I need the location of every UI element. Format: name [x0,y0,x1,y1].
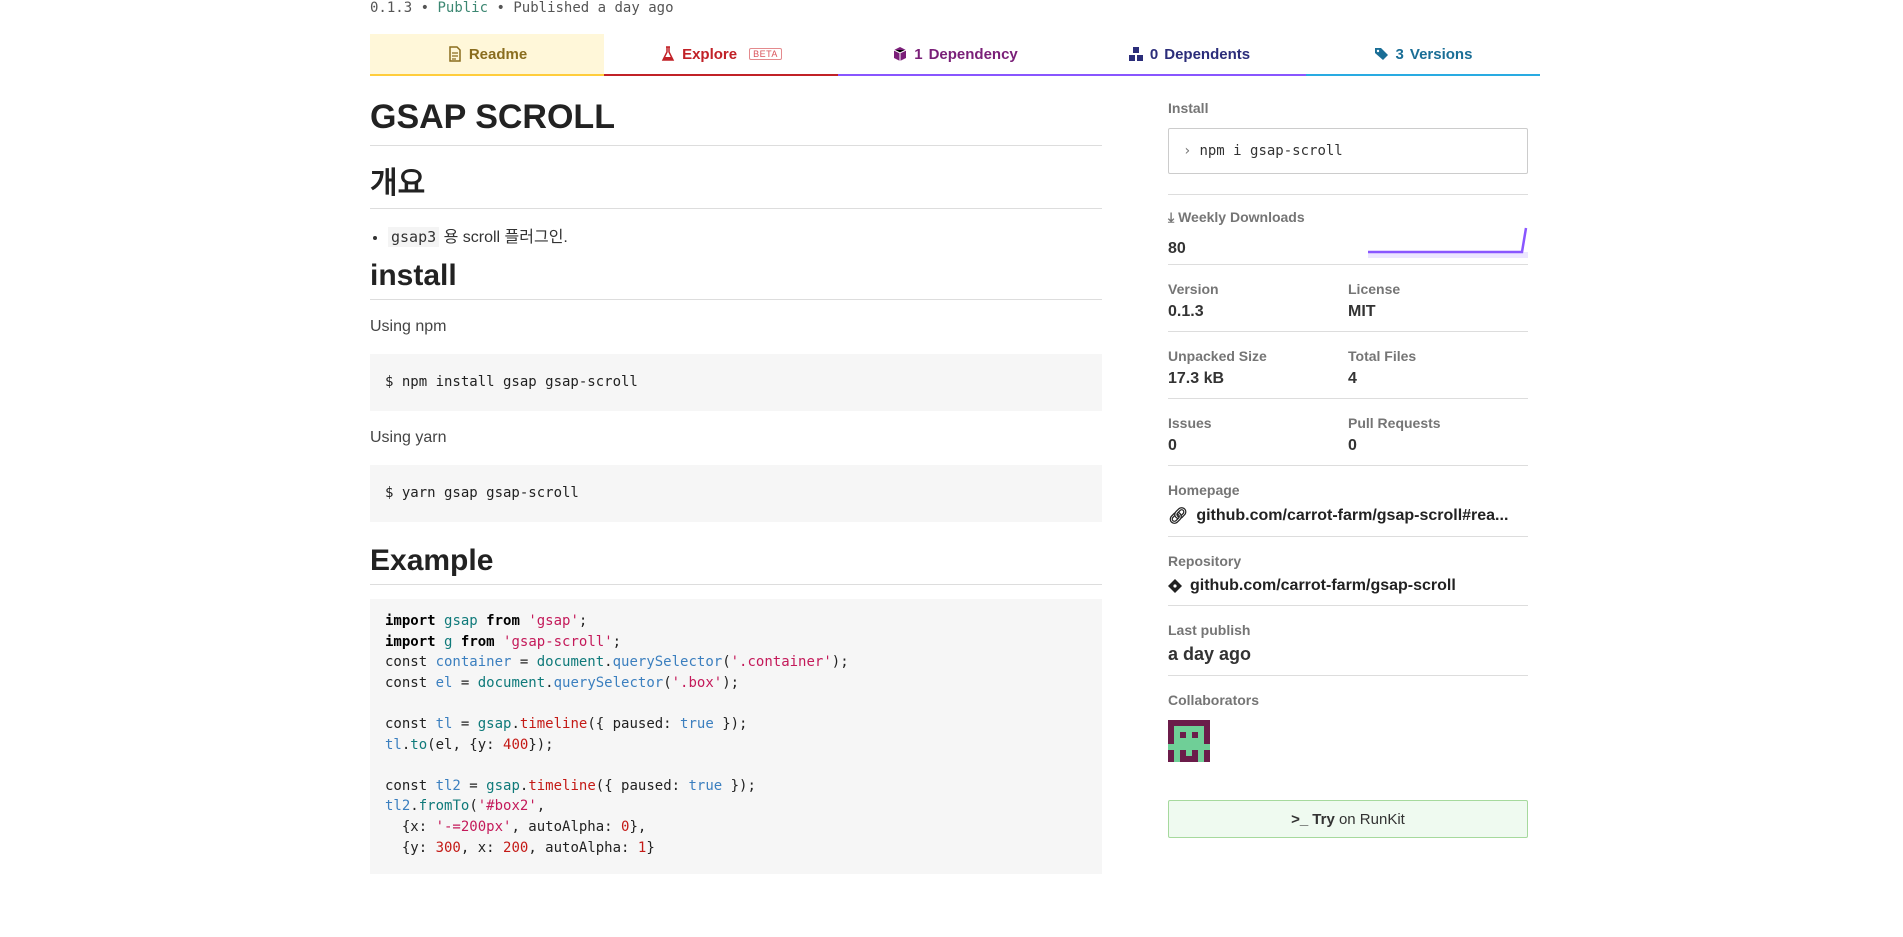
total-files-value: 4 [1348,370,1357,387]
heading-install: install [370,259,1102,300]
runkit-try: Try [1312,810,1335,828]
version-value: 0.1.3 [1168,303,1204,320]
using-npm-text: Using npm [370,318,447,335]
versions-count: 3 [1395,45,1404,63]
tab-dependents-label: Dependents [1164,45,1251,63]
list-item: gsap3 용 scroll 플러그인. [388,223,1102,247]
tab-readme-label: Readme [468,45,528,63]
file-icon [449,46,461,62]
package-tabs: Readme Explore BETA 1 Dependency 0 Depen… [370,34,1540,76]
meta-separator: • [496,0,505,16]
tab-versions-label: Versions [1409,45,1473,63]
install-command-box[interactable]: › npm i gsap-scroll [1168,128,1528,174]
homepage-label: Homepage [1168,482,1240,498]
pull-requests-value[interactable]: 0 [1348,437,1528,455]
readme-content: GSAP SCROLL 개요 gsap3 용 scroll 플러그인. inst… [370,90,1102,875]
homepage-link[interactable]: 🔗︎ github.com/carrot-farm/gsap-scroll#re… [1168,506,1528,526]
yarn-code-block: $ yarn gsap gsap-scroll [370,465,1102,522]
list-item-text: 용 scroll 플러그인. [439,229,568,246]
weekly-downloads-label: Weekly Downloads [1178,209,1305,225]
terminal-icon: >_ [1291,810,1309,828]
package-meta: 0.1.3 • Public • Published a day ago [370,0,1540,18]
unpacked-size-value: 17.3 kB [1168,370,1225,387]
dependency-count: 1 [914,45,923,63]
runkit-button[interactable]: >_ Try on RunKit [1168,800,1528,838]
license-label: License [1348,281,1401,297]
homepage-url[interactable]: github.com/carrot-farm/gsap-scroll#rea..… [1196,507,1508,525]
inline-code: gsap3 [388,227,440,247]
tab-dependency-label: Dependency [928,45,1018,63]
example-code-block: import gsap from 'gsap'; import g from '… [370,599,1102,875]
chevron-right-icon: › [1183,143,1192,159]
weekly-downloads: ⤓ Weekly Downloads 80 [1168,194,1528,265]
overview-list: gsap3 용 scroll 플러그인. [370,223,1102,247]
install-label: Install [1168,100,1209,116]
downloads-sparkline[interactable] [1368,226,1528,258]
tab-explore[interactable]: Explore BETA [604,34,838,76]
tab-versions[interactable]: 3 Versions [1306,34,1540,76]
link-icon: 🔗︎ [1168,508,1189,525]
avatar[interactable] [1168,720,1210,762]
issues-value[interactable]: 0 [1168,437,1348,455]
total-files-label: Total Files [1348,348,1417,364]
npm-code-block: $ npm install gsap gsap-scroll [370,354,1102,411]
git-icon [1168,579,1182,593]
repository-link[interactable]: github.com/carrot-farm/gsap-scroll [1168,577,1528,595]
heading-overview: 개요 [370,158,1102,209]
repository-label: Repository [1168,553,1242,569]
pull-requests-label: Pull Requests [1348,415,1441,431]
last-publish-value: a day ago [1168,644,1252,664]
repository-url[interactable]: github.com/carrot-farm/gsap-scroll [1190,577,1456,595]
meta-published: Published a day ago [513,0,674,16]
tab-explore-label: Explore [682,45,738,63]
last-publish-label: Last publish [1168,622,1251,638]
tab-readme[interactable]: Readme [370,34,604,76]
weekly-downloads-value: 80 [1168,240,1186,257]
avatar-image [1168,720,1210,762]
sidebar: Install › npm i gsap-scroll ⤓ Weekly Dow… [1168,100,1528,838]
readme-title: GSAP SCROLL [370,98,1102,146]
runkit-on: on RunKit [1334,810,1405,828]
box-icon [893,47,907,61]
collaborators-label: Collaborators [1168,692,1260,708]
beta-badge: BETA [749,48,782,60]
download-icon: ⤓ [1168,209,1179,225]
using-yarn-text: Using yarn [370,429,447,446]
version-label: Version [1168,281,1219,297]
meta-version: 0.1.3 [370,0,413,16]
tab-dependency[interactable]: 1 Dependency [838,34,1072,76]
heading-example: Example [370,544,1102,585]
license-value: MIT [1348,303,1376,320]
tags-icon [1374,48,1388,60]
issues-label: Issues [1168,415,1212,431]
unpacked-size-label: Unpacked Size [1168,348,1267,364]
boxes-icon [1128,47,1143,61]
meta-separator: • [420,0,430,16]
dependents-count: 0 [1149,45,1159,63]
install-command[interactable]: npm i gsap-scroll [1199,143,1342,159]
flask-icon [661,46,675,61]
meta-visibility: Public [437,0,489,16]
tab-dependents[interactable]: 0 Dependents [1072,34,1306,76]
